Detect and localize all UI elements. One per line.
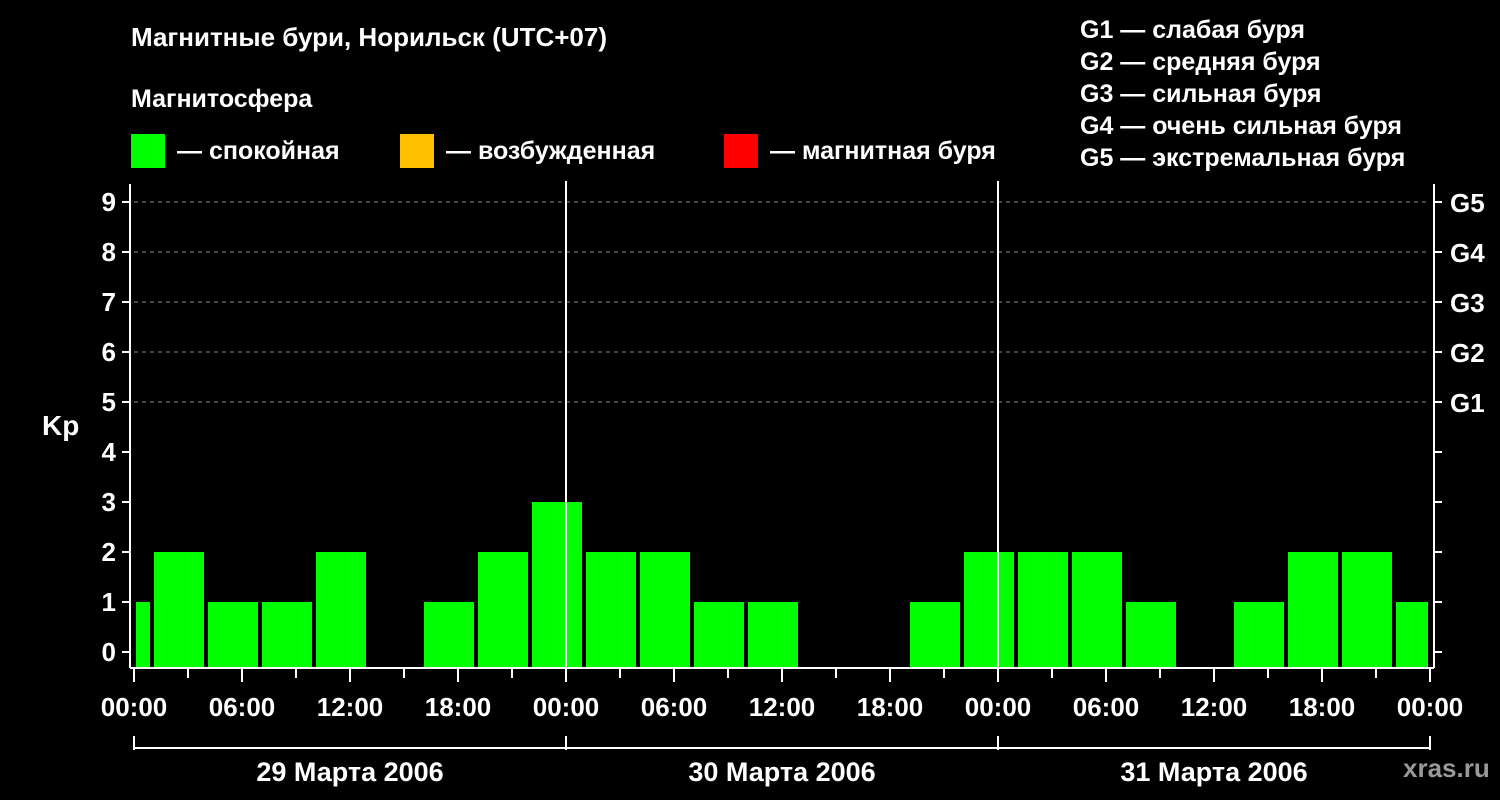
kp-bar <box>262 602 312 668</box>
y-tick-label: 4 <box>102 437 117 467</box>
y-tick-label: 9 <box>102 187 116 217</box>
kp-bar <box>478 552 528 668</box>
kp-bar <box>1018 552 1068 668</box>
y-tick-label: 0 <box>102 637 116 667</box>
day-label: 30 Марта 2006 <box>688 757 875 787</box>
x-tick-label: 18:00 <box>857 692 924 722</box>
x-tick-label: 00:00 <box>101 692 168 722</box>
g-level-label: G4 <box>1450 238 1485 268</box>
kp-bar <box>208 602 258 668</box>
watermark: xras.ru <box>1403 753 1490 783</box>
day-label: 29 Марта 2006 <box>256 757 443 787</box>
y-tick-label: 7 <box>102 287 116 317</box>
x-tick-label: 18:00 <box>1289 692 1356 722</box>
kp-bar <box>136 602 150 668</box>
kp-bar <box>316 552 366 668</box>
x-tick-label: 00:00 <box>533 692 600 722</box>
x-tick-label: 06:00 <box>209 692 276 722</box>
kp-bar <box>532 502 582 668</box>
y-tick-label: 2 <box>102 537 116 567</box>
y-tick-label: 3 <box>102 487 116 517</box>
kp-bar-chart: 0 1 2 3 4 5 6 7 8 9 G1 G2 G3 G4 G5 00:00 06:00 12:00 18:00… <box>101 181 1485 787</box>
kp-bar <box>1234 602 1284 668</box>
x-tick-label: 00:00 <box>965 692 1032 722</box>
kp-bar <box>964 552 1014 668</box>
kp-bar <box>1072 552 1122 668</box>
y-tick-label: 1 <box>102 587 116 617</box>
day-label: 31 Марта 2006 <box>1120 757 1307 787</box>
kp-bar <box>1396 602 1428 668</box>
y-tick-label: 8 <box>102 237 116 267</box>
kp-bar <box>1126 602 1176 668</box>
g-level-label: G3 <box>1450 288 1485 318</box>
x-tick-label: 12:00 <box>317 692 384 722</box>
kp-bar <box>424 602 474 668</box>
g-level-label: G2 <box>1450 338 1485 368</box>
y-tick-label: 5 <box>102 387 116 417</box>
x-tick-label: 06:00 <box>641 692 708 722</box>
x-tick-label: 18:00 <box>425 692 492 722</box>
kp-bar <box>1342 552 1392 668</box>
kp-bar <box>748 602 798 668</box>
kp-bar <box>640 552 690 668</box>
x-tick-label: 06:00 <box>1073 692 1140 722</box>
x-tick-label: 12:00 <box>749 692 816 722</box>
y-tick-label: 6 <box>102 337 116 367</box>
x-tick-label: 12:00 <box>1181 692 1248 722</box>
g-level-label: G1 <box>1450 388 1485 418</box>
x-tick-label: 00:00 <box>1397 692 1464 722</box>
g-level-label: G5 <box>1450 188 1485 218</box>
kp-bar <box>586 552 636 668</box>
kp-bar <box>694 602 744 668</box>
kp-bar <box>910 602 960 668</box>
kp-bar <box>1288 552 1338 668</box>
kp-bar <box>154 552 204 668</box>
